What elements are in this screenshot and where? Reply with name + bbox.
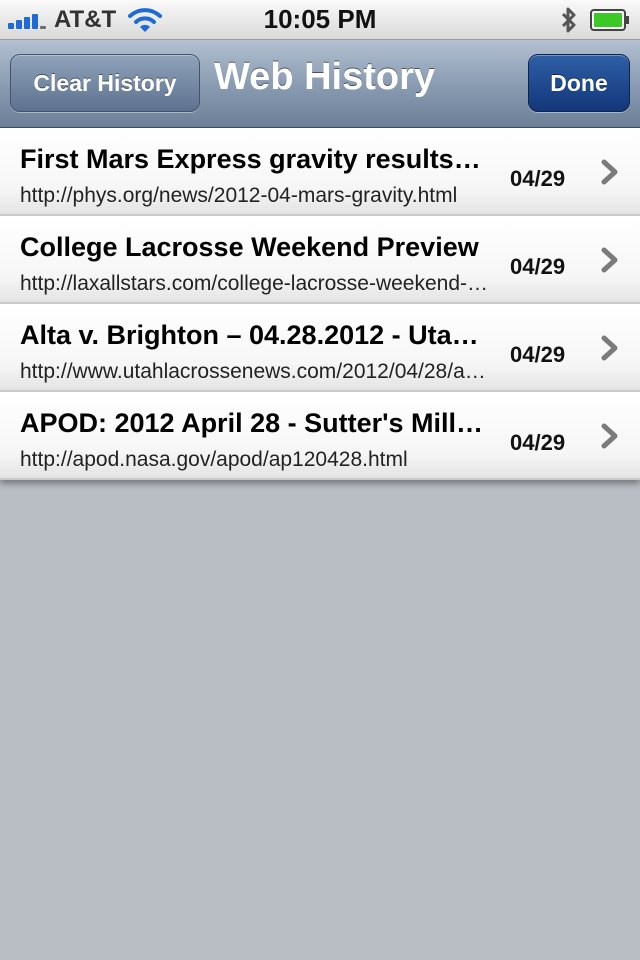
history-title: APOD: 2012 April 28 - Sutter's Mill Mete… bbox=[20, 408, 485, 438]
chevron-right-icon bbox=[601, 247, 618, 273]
history-row[interactable]: Alta v. Brighton – 04.28.2012 - Utah Lac… bbox=[0, 304, 640, 392]
history-url: http://apod.nasa.gov/apod/ap120428.html bbox=[20, 448, 408, 471]
history-title: Alta v. Brighton – 04.28.2012 - Utah Lac… bbox=[20, 320, 485, 350]
status-time: 10:05 PM bbox=[263, 4, 377, 34]
done-button[interactable]: Done bbox=[528, 54, 630, 112]
history-date: 04/29 bbox=[510, 254, 566, 279]
chevron-right-icon bbox=[601, 159, 618, 185]
history-row[interactable]: College Lacrosse Weekend Preview http://… bbox=[0, 216, 640, 304]
history-url: http://laxallstars.com/college-lacrosse-… bbox=[20, 272, 490, 295]
history-title: College Lacrosse Weekend Preview bbox=[20, 232, 479, 262]
battery-icon bbox=[590, 9, 629, 31]
history-date: 04/29 bbox=[510, 166, 566, 191]
history-date: 04/29 bbox=[510, 342, 566, 367]
history-url: http://phys.org/news/2012-04-mars-gravit… bbox=[20, 184, 458, 207]
history-row[interactable]: First Mars Express gravity results map R… bbox=[0, 128, 640, 216]
nav-bar: Clear History Web History Done bbox=[0, 40, 640, 128]
history-date: 04/29 bbox=[510, 430, 566, 455]
history-url: http://www.utahlacrossenews.com/2012/04/… bbox=[20, 360, 490, 383]
chevron-right-icon bbox=[601, 335, 618, 361]
bluetooth-icon bbox=[561, 7, 576, 33]
status-bar: AT&T 10:05 PM bbox=[0, 0, 640, 40]
history-list: First Mars Express gravity results map R… bbox=[0, 128, 640, 480]
chevron-right-icon bbox=[601, 423, 618, 449]
history-title: First Mars Express gravity results map R… bbox=[20, 144, 485, 174]
page-title: Web History bbox=[214, 56, 436, 98]
clear-history-button[interactable]: Clear History bbox=[10, 54, 200, 112]
history-row[interactable]: APOD: 2012 April 28 - Sutter's Mill Mete… bbox=[0, 392, 640, 480]
